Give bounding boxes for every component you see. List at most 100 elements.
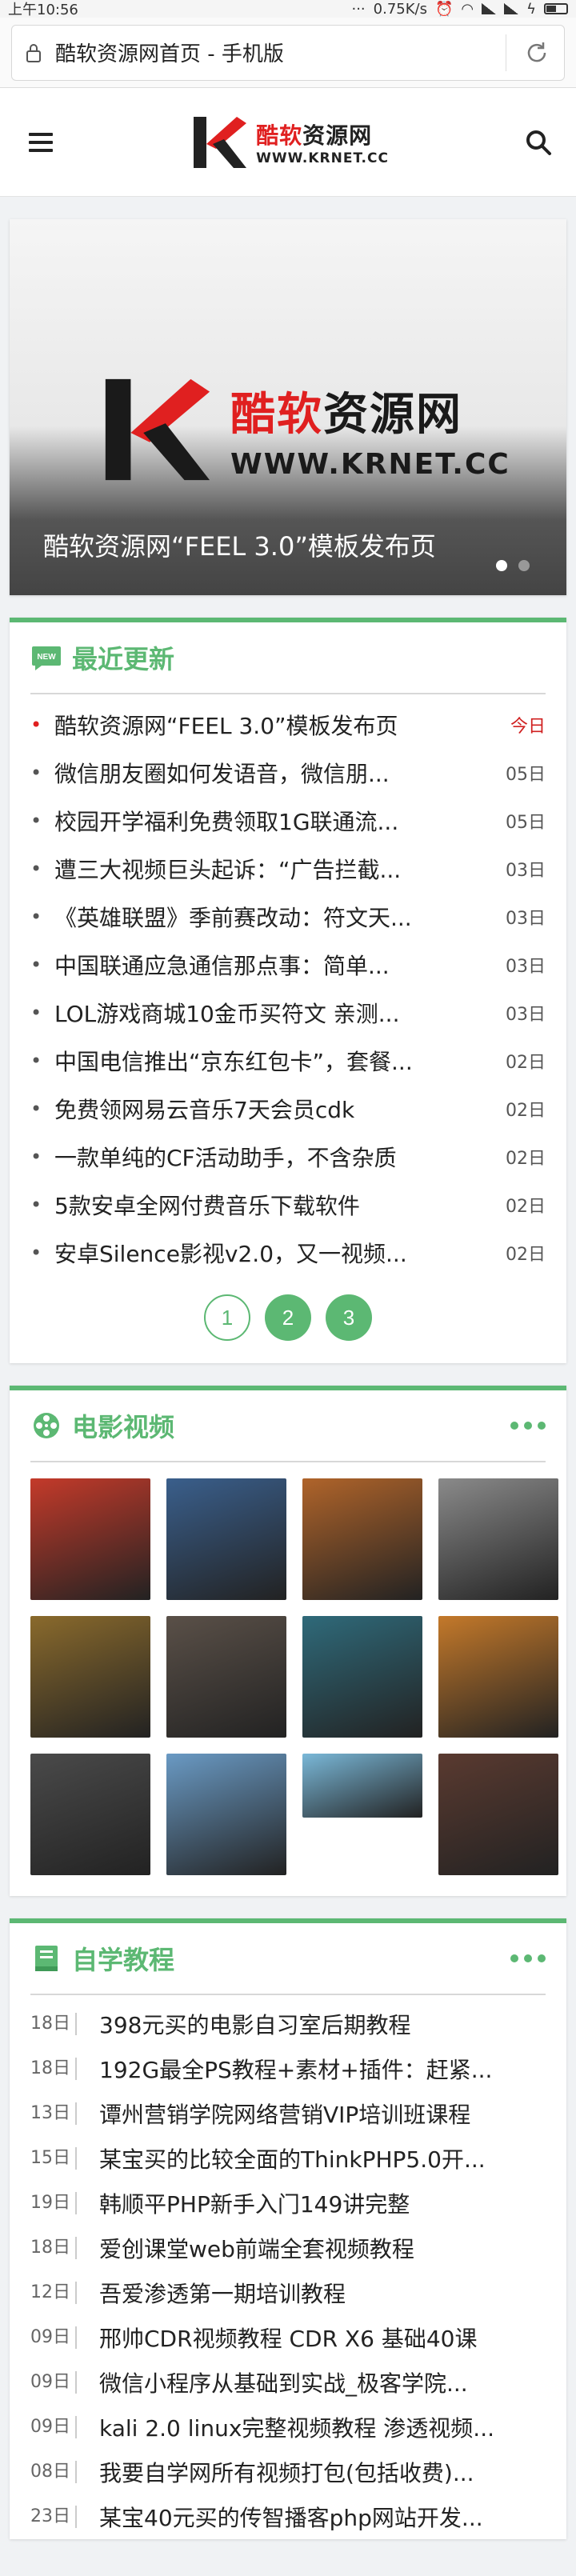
course-date: 09日 — [30, 2371, 77, 2394]
slider-dot-2[interactable] — [518, 560, 530, 571]
page-button-2[interactable]: 2 — [265, 1294, 311, 1341]
movie-poster[interactable] — [438, 1616, 558, 1738]
news-item[interactable]: • 安卓Silence影视v2.0，又一视频... 02日 — [30, 1229, 546, 1277]
movie-poster[interactable] — [30, 1616, 150, 1738]
news-date: 02日 — [506, 1101, 546, 1121]
bullet-icon: • — [30, 714, 42, 736]
search-icon[interactable] — [525, 129, 552, 156]
course-date: 12日 — [30, 2282, 77, 2304]
course-title: 我要自学网所有视频打包(包括收费)... — [99, 2460, 474, 2486]
news-item[interactable]: • 《英雄联盟》季前赛改动：符文天... 03日 — [30, 893, 546, 941]
course-item[interactable]: 13日 谭州营销学院网络营销VIP培训班课程 — [30, 2091, 546, 2136]
site-header: 酷软资源网 WWW.KRNET.CC — [0, 88, 576, 197]
course-item[interactable]: 09日 kali 2.0 linux完整视频教程 渗透视频... — [30, 2405, 546, 2450]
book-icon — [35, 1946, 58, 1971]
charging-icon: ϟ — [526, 0, 536, 18]
news-item[interactable]: • LOL游戏商城10金币买符文 亲测... 03日 — [30, 989, 546, 1037]
movie-poster[interactable] — [302, 1754, 422, 1818]
movie-poster[interactable] — [166, 1754, 286, 1875]
news-item[interactable]: • 一款单纯的CF活动助手，不含杂质 02日 — [30, 1133, 546, 1181]
status-icons: ··· 0.75K/s ⏰ ◠ ϟ — [351, 1, 568, 18]
course-item[interactable]: 18日 爱创课堂web前端全套视频教程 — [30, 2226, 546, 2270]
self-study-title: 自学教程 — [72, 1945, 175, 1975]
course-item[interactable]: 19日 韩顺平PHP新手入门149讲完整 — [30, 2181, 546, 2226]
status-bar: 上午10:56 ··· 0.75K/s ⏰ ◠ ϟ — [0, 0, 576, 18]
news-item[interactable]: • 中国电信推出“京东红包卡”，套餐... 02日 — [30, 1037, 546, 1085]
movie-poster[interactable] — [166, 1616, 286, 1738]
recent-updates-panel: NEW 最近更新 • 酷软资源网“FEEL 3.0”模板发布页 今日 • 微信朋友圈如何… — [10, 618, 566, 1363]
more-icon[interactable] — [510, 1422, 546, 1430]
pagination: 123 — [10, 1277, 566, 1363]
course-title: 微信小程序从基础到实战_极客学院... — [99, 2370, 468, 2397]
signal-icon-2 — [504, 3, 519, 14]
news-item[interactable]: • 酷软资源网“FEEL 3.0”模板发布页 今日 — [30, 701, 546, 749]
news-item[interactable]: • 遭三大视频巨头起诉：“广告拦截... 03日 — [30, 845, 546, 893]
course-item[interactable]: 09日 微信小程序从基础到实战_极客学院... — [30, 2360, 546, 2405]
news-item[interactable]: • 免费领网易云音乐7天会员cdk 02日 — [30, 1085, 546, 1133]
banner-slider[interactable]: 酷软资源网 WWW.KRNET.CC 酷软资源网“FEEL 3.0”模板发布页 — [10, 219, 566, 595]
course-item[interactable]: 23日 某宝40元买的传智播客php网站开发... — [30, 2494, 546, 2539]
course-title: 爱创课堂web前端全套视频教程 — [99, 2236, 414, 2262]
site-logo[interactable]: 酷软资源网 WWW.KRNET.CC — [189, 112, 389, 173]
more-dots-icon: ··· — [351, 0, 366, 18]
course-item[interactable]: 12日 吾爱渗透第一期培训教程 — [30, 2270, 546, 2315]
news-date: 今日 — [510, 717, 546, 737]
movie-poster[interactable] — [302, 1616, 422, 1738]
news-date: 02日 — [506, 1149, 546, 1169]
course-date: 23日 — [30, 2506, 77, 2528]
course-title: 邢帅CDR视频教程 CDR X6 基础40课 — [99, 2326, 478, 2352]
course-title: 某宝40元买的传智播客php网站开发... — [99, 2505, 483, 2531]
more-icon[interactable] — [510, 1954, 546, 1962]
banner-caption[interactable]: 酷软资源网“FEEL 3.0”模板发布页 — [43, 526, 436, 563]
slider-dots — [496, 560, 530, 571]
news-item[interactable]: • 微信朋友圈如何发语音，微信朋... 05日 — [30, 749, 546, 797]
course-title: 某宝买的比较全面的ThinkPHP5.0开... — [99, 2146, 486, 2173]
news-date: 02日 — [506, 1245, 546, 1265]
movie-poster[interactable] — [30, 1754, 150, 1875]
banner-logo: 酷软资源网 WWW.KRNET.CC — [96, 370, 510, 490]
course-title: 192G最全PS教程+素材+插件：赶紧... — [99, 2057, 493, 2083]
news-item[interactable]: • 中国联通应急通信那点事：简单... 03日 — [30, 941, 546, 989]
news-date: 05日 — [506, 765, 546, 785]
movies-panel: 电影视频 — [10, 1386, 566, 1896]
page-button-3[interactable]: 3 — [326, 1294, 372, 1341]
slider-dot-1[interactable] — [496, 560, 507, 571]
course-title: kali 2.0 linux完整视频教程 渗透视频... — [99, 2415, 494, 2442]
news-title: 中国电信推出“京东红包卡”，套餐... — [54, 1049, 413, 1075]
address-bar[interactable]: 酷软资源网首页 - 手机版 — [11, 24, 565, 81]
page-title-in-address-bar: 酷软资源网首页 - 手机版 — [55, 42, 284, 66]
course-item[interactable]: 08日 我要自学网所有视频打包(包括收费)... — [30, 2450, 546, 2494]
self-study-header: 自学教程 — [30, 1923, 546, 1995]
course-date: 15日 — [30, 2147, 77, 2170]
news-date: 03日 — [506, 1005, 546, 1025]
logo-title: 酷软资源网 — [256, 122, 373, 149]
battery-icon — [544, 3, 568, 14]
net-speed: 0.75K/s — [373, 0, 427, 18]
course-item[interactable]: 18日 192G最全PS教程+素材+插件：赶紧... — [30, 2046, 546, 2091]
course-item[interactable]: 15日 某宝买的比较全面的ThinkPHP5.0开... — [30, 2136, 546, 2181]
news-item[interactable]: • 5款安卓全网付费音乐下载软件 02日 — [30, 1181, 546, 1229]
logo-domain: WWW.KRNET.CC — [256, 150, 389, 166]
movie-poster[interactable] — [438, 1478, 558, 1600]
course-date: 18日 — [30, 2013, 77, 2035]
course-title: 398元买的电影自习室后期教程 — [99, 2012, 411, 2038]
movie-poster[interactable] — [166, 1478, 286, 1600]
lock-icon — [26, 43, 41, 62]
svg-text:NEW: NEW — [37, 653, 56, 662]
movie-poster[interactable] — [302, 1478, 422, 1600]
menu-icon[interactable] — [29, 132, 53, 152]
course-title: 吾爱渗透第一期培训教程 — [99, 2281, 346, 2307]
course-item[interactable]: 18日 398元买的电影自习室后期教程 — [30, 2002, 546, 2046]
news-date: 03日 — [506, 957, 546, 977]
news-date: 02日 — [506, 1197, 546, 1217]
page-button-1[interactable]: 1 — [204, 1294, 250, 1341]
course-item[interactable]: 09日 邢帅CDR视频教程 CDR X6 基础40课 — [30, 2315, 546, 2360]
reload-icon[interactable] — [522, 38, 551, 67]
movie-poster[interactable] — [30, 1478, 150, 1600]
movie-poster[interactable] — [438, 1754, 558, 1875]
news-item[interactable]: • 校园开学福利免费领取1G联通流... 05日 — [30, 797, 546, 845]
bullet-icon: • — [30, 1194, 42, 1216]
news-list: • 酷软资源网“FEEL 3.0”模板发布页 今日 • 微信朋友圈如何发语音，微信朋..… — [10, 694, 566, 1277]
news-title: 遭三大视频巨头起诉：“广告拦截... — [54, 857, 402, 883]
bullet-icon: • — [30, 858, 42, 880]
